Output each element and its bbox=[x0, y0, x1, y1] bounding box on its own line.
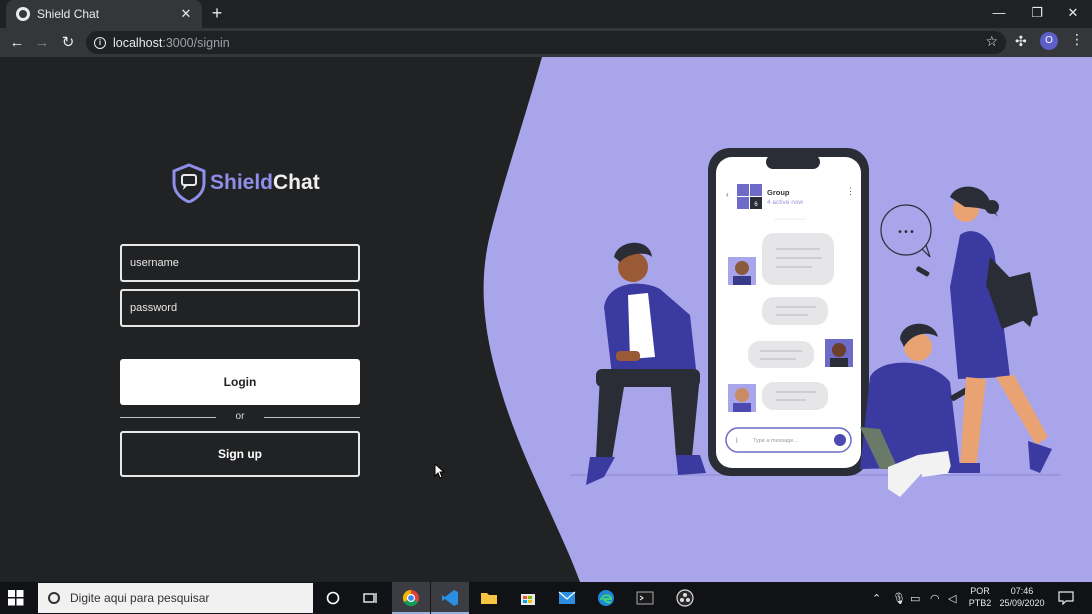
group-status: 4 active now bbox=[767, 199, 803, 206]
speech-bubble-dots: ••• bbox=[897, 227, 915, 238]
url-path: :3000/signin bbox=[162, 35, 230, 50]
bookmark-star-icon[interactable]: ☆ bbox=[985, 33, 998, 50]
search-icon bbox=[48, 592, 60, 604]
microphone-icon[interactable]: 🎙 bbox=[892, 582, 906, 614]
browser-tab-strip: Shield Chat ✕ + — ❐ ✕ bbox=[0, 0, 1092, 28]
address-bar[interactable]: i localhost:3000/signin ☆ bbox=[86, 31, 1006, 54]
menu-kebab-icon[interactable]: ⋮ bbox=[1070, 31, 1084, 48]
forward-icon[interactable]: → bbox=[31, 32, 53, 54]
tab-title: Shield Chat bbox=[37, 7, 100, 21]
taskbar-clock[interactable]: 07:46 25/09/2020 bbox=[996, 585, 1048, 609]
store-icon[interactable] bbox=[509, 582, 547, 614]
info-icon[interactable]: i bbox=[94, 36, 106, 49]
username-input[interactable] bbox=[120, 244, 360, 282]
back-icon[interactable]: ← bbox=[6, 32, 28, 54]
show-hidden-icons[interactable]: ⌃ bbox=[872, 582, 881, 614]
tab-close-icon[interactable]: ✕ bbox=[178, 6, 194, 22]
login-button[interactable]: Login bbox=[120, 359, 360, 405]
or-divider: or bbox=[120, 411, 360, 425]
browser-tab[interactable]: Shield Chat ✕ bbox=[6, 0, 202, 28]
reload-icon[interactable]: ↻ bbox=[57, 32, 79, 54]
close-window-button[interactable]: ✕ bbox=[1050, 0, 1092, 28]
terminal-icon[interactable] bbox=[626, 582, 664, 614]
phone-menu-icon: ⋮ bbox=[846, 186, 855, 196]
globe-icon bbox=[16, 7, 30, 21]
divider-line-right bbox=[264, 417, 360, 418]
obs-icon[interactable] bbox=[666, 582, 704, 614]
shield-icon bbox=[172, 163, 206, 203]
windows-taskbar: Digite aqui para pesquisar ⌃ 🎙 ▭ ◠ ◁ POR… bbox=[0, 582, 1092, 614]
chrome-icon[interactable] bbox=[392, 582, 430, 614]
taskbar-search-placeholder: Digite aqui para pesquisar bbox=[70, 591, 210, 605]
task-view-icon[interactable] bbox=[352, 582, 390, 614]
logo-text-shield: Shield bbox=[210, 171, 274, 194]
clock-time: 07:46 bbox=[1010, 586, 1034, 596]
phone-illustration: ‹ 6 Group 4 active now ⋮ ⌇ Type a messag… bbox=[708, 148, 869, 476]
browser-toolbar: ← → ↻ i localhost:3000/signin ☆ bbox=[0, 28, 1092, 57]
wifi-icon[interactable]: ◠ bbox=[930, 582, 940, 614]
battery-icon[interactable]: ▭ bbox=[910, 582, 920, 614]
notifications-icon[interactable] bbox=[1058, 582, 1074, 614]
logo-text-chat: Chat bbox=[273, 171, 320, 194]
cortana-icon[interactable] bbox=[314, 582, 352, 614]
message-input-placeholder: Type a message... bbox=[753, 438, 798, 444]
taskbar-search-box[interactable]: Digite aqui para pesquisar bbox=[38, 583, 313, 613]
extensions-icon[interactable]: ✣ bbox=[1015, 33, 1027, 50]
windows-start-icon[interactable] bbox=[8, 590, 24, 606]
signup-button[interactable]: Sign up bbox=[120, 431, 360, 477]
url-host: localhost bbox=[113, 35, 163, 50]
edge-icon[interactable] bbox=[587, 582, 625, 614]
phone-back-icon: ‹ bbox=[726, 190, 729, 199]
input-language[interactable]: POR PTB2 bbox=[966, 585, 994, 609]
vscode-icon[interactable] bbox=[431, 582, 469, 614]
password-input[interactable] bbox=[120, 289, 360, 327]
mouse-cursor-icon bbox=[434, 463, 446, 479]
shieldchat-logo: ShieldChat bbox=[172, 163, 320, 203]
mail-icon[interactable] bbox=[548, 582, 586, 614]
paperclip-icon: ⌇ bbox=[735, 437, 738, 445]
group-name: Group bbox=[767, 188, 790, 197]
file-explorer-icon[interactable] bbox=[470, 582, 508, 614]
lang-bottom: PTB2 bbox=[968, 598, 992, 608]
clock-date: 25/09/2020 bbox=[999, 598, 1045, 608]
lang-top: POR bbox=[970, 586, 990, 596]
profile-avatar[interactable]: O bbox=[1040, 32, 1058, 50]
new-tab-button[interactable]: + bbox=[207, 3, 227, 23]
volume-icon[interactable]: ◁ bbox=[948, 582, 956, 614]
signin-page: ‹ 6 Group 4 active now ⋮ ⌇ Type a messag… bbox=[0, 57, 1092, 582]
